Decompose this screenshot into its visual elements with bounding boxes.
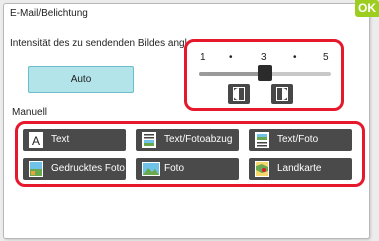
- exposure-slider-group: 1 • 3 • 5: [184, 39, 344, 111]
- mode-text-printed-photo-button[interactable]: Text/Fotoabzug: [136, 129, 239, 151]
- exposure-lighter-button[interactable]: [228, 84, 250, 104]
- svg-text:A: A: [32, 134, 40, 148]
- manual-label: Manuell: [12, 107, 48, 118]
- mode-label: Text/Foto: [277, 134, 319, 145]
- text-a-icon: A: [29, 132, 43, 148]
- text-printed-photo-icon: [142, 132, 156, 148]
- exposure-darker-button[interactable]: [271, 84, 293, 104]
- mode-label: Foto: [164, 163, 185, 174]
- scale-dot-2: •: [229, 52, 233, 63]
- mode-text-photo-button[interactable]: Text/Foto: [249, 129, 352, 151]
- original-type-group: A Text Text/Fotoabzug Text/Foto Gedruckt…: [15, 121, 365, 187]
- scale-label-1: 1: [200, 52, 206, 63]
- auto-button[interactable]: Auto: [28, 66, 134, 93]
- exposure-slider-fill: [199, 72, 265, 76]
- mode-label: Gedrucktes Foto: [51, 163, 125, 174]
- mode-text-button[interactable]: A Text: [23, 129, 126, 151]
- contrast-lighter-icon: [233, 87, 245, 101]
- exposure-dialog: E-Mail/Belichtung Intensität des zu send…: [3, 3, 370, 239]
- map-icon: [255, 161, 269, 177]
- scale-label-5: 5: [323, 52, 329, 63]
- mode-label: Landkarte: [277, 163, 322, 174]
- mode-printed-photo-button[interactable]: Gedrucktes Foto: [23, 158, 126, 180]
- exposure-slider-thumb[interactable]: [258, 65, 272, 81]
- photo-icon: [142, 162, 160, 176]
- text-photo-icon: [255, 132, 269, 148]
- scale-dot-4: •: [293, 52, 297, 63]
- dialog-title: E-Mail/Belichtung: [10, 8, 88, 19]
- dialog-subtitle: Intensität des zu sendenden Bildes angl: [10, 38, 187, 49]
- scale-label-3: 3: [261, 52, 267, 63]
- mode-photo-button[interactable]: Foto: [136, 158, 239, 180]
- mode-label: Text/Fotoabzug: [164, 134, 233, 145]
- mode-map-button[interactable]: Landkarte: [249, 158, 352, 180]
- mode-label: Text: [51, 134, 70, 145]
- ok-button[interactable]: OK: [355, 0, 379, 17]
- printed-photo-icon: [29, 161, 43, 177]
- contrast-darker-icon: [276, 87, 288, 101]
